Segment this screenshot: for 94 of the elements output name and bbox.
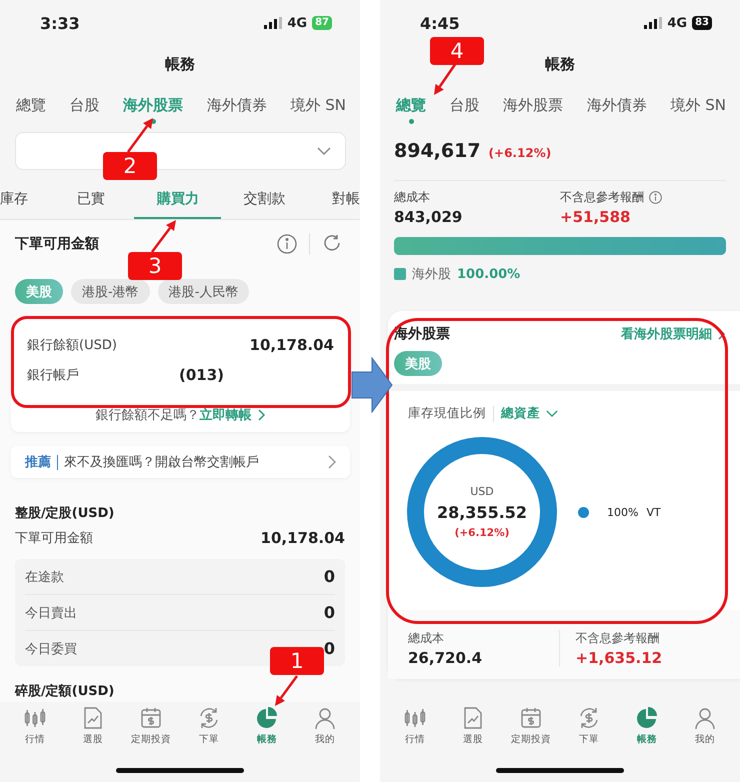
change-percent: (+6.12%): [454, 527, 510, 539]
candlestick-icon: [403, 706, 427, 730]
nav-tab[interactable]: 選股: [446, 706, 500, 756]
section-title: 下單可用金額: [15, 235, 99, 253]
legend-share: 100%: [607, 506, 638, 518]
prompt-text: 銀行餘額不足嗎？: [96, 407, 200, 424]
field-value: (013): [178, 366, 224, 384]
status-time: 3:33: [40, 14, 80, 32]
section-title: 碎股/定額(USD): [15, 682, 114, 701]
nav-tab[interactable]: 定期投資: [124, 706, 178, 756]
field-value: 0: [324, 639, 335, 658]
step-badge: 2: [103, 152, 157, 180]
category-tab[interactable]: 海外債券: [204, 87, 269, 123]
step-badge: 3: [128, 252, 182, 280]
step-badge: 4: [430, 37, 484, 65]
field-value: 10,178.04: [250, 336, 334, 354]
promo-banner[interactable]: 推薦 來不及換匯嗎？開啟台幣交割帳戶: [11, 446, 350, 478]
stat-label: 不含息參考報酬: [560, 189, 644, 206]
nav-tab[interactable]: 帳務: [240, 706, 294, 756]
field-label: 今日委買: [25, 640, 77, 658]
chevron-right-icon: [258, 409, 266, 421]
stat-value: +1,635.12: [576, 649, 664, 667]
ratio-label: 庫存現值比例: [408, 405, 486, 422]
nav-tab[interactable]: 下單: [182, 706, 236, 756]
sub-tab[interactable]: 已實: [48, 180, 134, 219]
nav-tab[interactable]: 行情: [8, 706, 62, 756]
nav-tab[interactable]: 帳務: [620, 706, 674, 756]
pie-chart-icon: [635, 706, 659, 730]
sub-tab[interactable]: 庫存: [0, 180, 48, 219]
signal-icon: [644, 17, 662, 29]
field-label: 銀行帳戶: [27, 367, 79, 384]
category-tab[interactable]: 總覽: [14, 87, 48, 123]
nav-tab[interactable]: 我的: [678, 706, 732, 756]
battery-indicator: 87: [312, 16, 332, 30]
category-tab[interactable]: 境外 SN: [288, 87, 348, 123]
holdings-value: 28,355.52: [436, 503, 528, 522]
nav-tab[interactable]: 選股: [66, 706, 120, 756]
field-label: 在途款: [25, 568, 64, 586]
page-title: 帳務: [545, 54, 575, 75]
pie-chart-icon: [255, 706, 279, 730]
category-tab[interactable]: 台股: [448, 87, 482, 123]
pointer-arrow: [434, 62, 458, 95]
network-label: 4G: [287, 16, 308, 30]
page-title: 帳務: [165, 54, 195, 75]
calendar-icon: [519, 706, 543, 730]
step-badge: 1: [270, 647, 324, 675]
status-time: 4:45: [420, 14, 460, 32]
stat-label: 總成本: [394, 189, 430, 206]
battery-indicator: 83: [692, 16, 712, 30]
stat-label: 總成本: [408, 630, 445, 647]
sub-tab[interactable]: 對帳: [308, 180, 360, 219]
field-label: 下單可用金額: [15, 530, 93, 547]
field-label: 銀行餘額(USD): [27, 337, 117, 354]
field-value: 0: [324, 603, 335, 622]
stat-value: 843,029: [394, 208, 464, 226]
currency-chip[interactable]: 港股-人民幣: [158, 279, 250, 304]
category-tab[interactable]: 境外 SN: [668, 87, 728, 123]
pointer-arrow: [275, 675, 298, 706]
signal-icon: [264, 17, 282, 29]
pointer-arrow: [127, 118, 153, 153]
pointer-arrow: [151, 220, 176, 253]
person-icon: [313, 706, 337, 730]
field-value: 0: [324, 567, 335, 586]
arrow-right-icon: [351, 357, 393, 413]
field-label: 今日賣出: [25, 604, 77, 622]
candlestick-icon: [23, 706, 47, 730]
legend-swatch: [394, 268, 406, 280]
chevron-down-icon: [317, 147, 331, 155]
info-icon[interactable]: [277, 234, 297, 254]
person-icon: [693, 706, 717, 730]
field-value: 10,178.04: [260, 529, 345, 547]
legend-label: 海外股: [412, 266, 451, 283]
category-tab[interactable]: 海外債券: [584, 87, 649, 123]
category-tab[interactable]: 海外股票: [501, 87, 566, 123]
calendar-icon: [139, 706, 163, 730]
legend-label: VT: [646, 506, 661, 518]
currency-label: USD: [470, 485, 494, 498]
change-percent: (+6.12%): [488, 146, 552, 160]
stat-value: 26,720.4: [408, 649, 484, 667]
category-tab[interactable]: 台股: [68, 87, 102, 123]
nav-tab[interactable]: 定期投資: [504, 706, 558, 756]
legend-share: 100.00%: [457, 266, 520, 282]
info-icon[interactable]: [649, 191, 662, 204]
stat-label: 不含息參考報酬: [576, 630, 660, 647]
network-label: 4G: [667, 16, 688, 30]
stat-value: +51,588: [560, 208, 632, 226]
section-title: 整股/定股(USD): [15, 504, 114, 523]
nav-tab[interactable]: 行情: [388, 706, 442, 756]
total-value: 894,617: [394, 140, 481, 162]
sub-tab[interactable]: 交割款: [221, 180, 308, 219]
chevron-down-icon: [546, 410, 558, 417]
currency-chip[interactable]: 港股-港幣: [71, 279, 150, 304]
nav-tab[interactable]: 我的: [298, 706, 352, 756]
nav-tab[interactable]: 下單: [562, 706, 616, 756]
